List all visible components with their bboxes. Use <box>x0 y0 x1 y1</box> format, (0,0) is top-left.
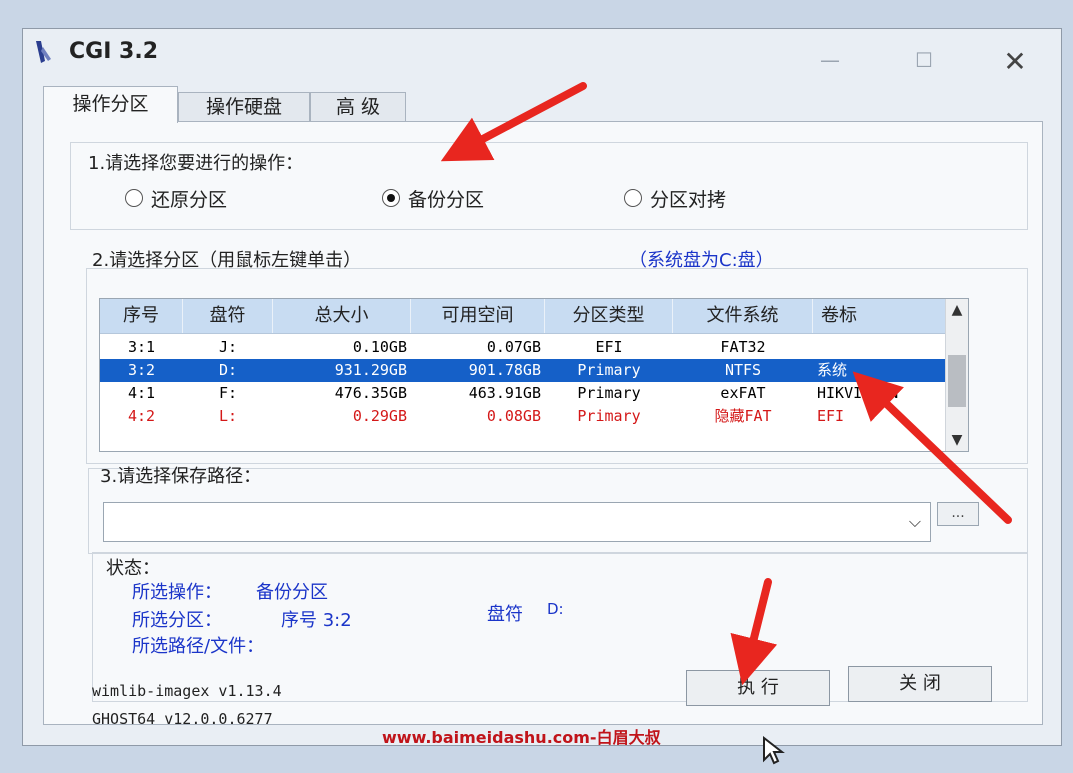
col-index[interactable]: 序号 <box>100 299 183 333</box>
cell-free-space: 0.08GB <box>486 407 541 425</box>
status-title: 状态： <box>106 558 160 579</box>
radio-clone[interactable]: 分区对拷 <box>624 185 726 211</box>
selected-partition-label: 所选分区： <box>132 610 222 631</box>
scroll-down-icon[interactable]: ▼ <box>946 429 968 451</box>
window-title: CGI 3.2 <box>69 39 159 64</box>
cell-drive: L: <box>218 407 238 425</box>
table-row-selected[interactable]: 3:2 D: 931.29GB 901.78GB Primary NTFS 系统 <box>100 359 950 382</box>
cell-partition-type: Primary <box>577 384 641 402</box>
radio-dot <box>387 194 395 202</box>
selected-partition-value: 序号 3:2 <box>281 610 352 631</box>
ghost-version: GHOST64 v12.0.0.6277 <box>92 710 273 728</box>
wimlib-version: wimlib-imagex v1.13.4 <box>92 682 282 700</box>
col-free-space[interactable]: 可用空间 <box>411 299 545 333</box>
tab-disk-ops[interactable]: 操作硬盘 <box>178 92 310 122</box>
selected-drive-value: D: <box>547 600 564 618</box>
cell-index: 3:2 <box>127 361 156 379</box>
chevron-down-icon[interactable]: ⌵ <box>904 509 926 535</box>
col-drive[interactable]: 盘符 <box>183 299 273 333</box>
radio-backup-label: 备份分区 <box>408 188 485 211</box>
cell-free-space: 901.78GB <box>468 361 541 379</box>
cell-free-space: 0.07GB <box>486 338 541 356</box>
execute-button[interactable]: 执 行 <box>686 670 830 706</box>
table-row[interactable]: 4:1 F: 476.35GB 463.91GB Primary exFAT H… <box>100 382 950 405</box>
browse-button[interactable]: ... <box>937 502 979 526</box>
col-file-system[interactable]: 文件系统 <box>673 299 813 333</box>
radio-circle-checked <box>382 189 400 207</box>
close-button[interactable]: 关 闭 <box>848 666 992 702</box>
cell-partition-type: EFI <box>595 338 623 356</box>
minimize-button[interactable]: — <box>810 47 850 73</box>
cell-partition-type: Primary <box>577 407 641 425</box>
cgi-window: CGI 3.2 — ☐ ✕ 操作分区 操作硬盘 高 级 1.请选择您要进行的操作… <box>22 28 1062 746</box>
save-path-combo[interactable]: ⌵ <box>103 502 931 542</box>
list-scrollbar[interactable]: ▲ ▼ <box>945 299 968 451</box>
table-row[interactable]: 3:1 J: 0.10GB 0.07GB EFI FAT32 <box>100 336 950 359</box>
maximize-button[interactable]: ☐ <box>904 47 944 73</box>
title-bar[interactable]: CGI 3.2 — ☐ ✕ <box>23 29 1061 77</box>
cell-total-size: 476.35GB <box>334 384 407 402</box>
list-header: 序号 盘符 总大小 可用空间 分区类型 文件系统 卷标 <box>100 299 950 334</box>
close-window-button[interactable]: ✕ <box>995 48 1035 76</box>
table-row-hidden[interactable]: 4:2 L: 0.29GB 0.08GB Primary 隐藏FAT EFI <box>100 405 950 428</box>
cell-total-size: 0.29GB <box>352 407 407 425</box>
cell-drive: F: <box>218 384 238 402</box>
cell-index: 3:1 <box>127 338 156 356</box>
partition-prompt: 2.请选择分区（用鼠标左键单击） <box>92 250 362 271</box>
save-path-prompt: 3.请选择保存路径： <box>100 466 262 487</box>
cell-file-system: exFAT <box>720 384 766 402</box>
mouse-cursor-icon <box>763 736 785 765</box>
cell-volume-label: 系统 <box>817 361 848 379</box>
cell-total-size: 0.10GB <box>352 338 407 356</box>
system-drive-note: （系统盘为C:盘） <box>629 250 774 271</box>
partition-list[interactable]: 序号 盘符 总大小 可用空间 分区类型 文件系统 卷标 3:1 J: 0.10G… <box>99 298 969 452</box>
radio-circle <box>125 189 143 207</box>
radio-backup[interactable]: 备份分区 <box>382 185 484 211</box>
cell-file-system: 隐藏FAT <box>714 407 772 425</box>
cell-volume-label: HIKVISION <box>817 384 899 402</box>
tab-content: 1.请选择您要进行的操作： 还原分区 备份分区 分区对拷 2.请选择分区（用鼠标… <box>43 121 1043 728</box>
app-icon <box>36 41 51 63</box>
selected-path-label: 所选路径/文件： <box>132 636 265 657</box>
cell-index: 4:1 <box>127 384 156 402</box>
scroll-up-icon[interactable]: ▲ <box>946 299 968 321</box>
cell-total-size: 931.29GB <box>334 361 407 379</box>
cell-volume-label: EFI <box>817 407 845 425</box>
tab-partition-ops[interactable]: 操作分区 <box>43 86 178 123</box>
cell-free-space: 463.91GB <box>468 384 541 402</box>
cell-partition-type: Primary <box>577 361 641 379</box>
radio-restore[interactable]: 还原分区 <box>125 185 227 211</box>
col-volume-label[interactable]: 卷标 <box>813 299 950 333</box>
cell-index: 4:2 <box>127 407 156 425</box>
operation-prompt: 1.请选择您要进行的操作： <box>88 153 304 174</box>
cell-file-system: FAT32 <box>720 338 766 356</box>
radio-circle <box>624 189 642 207</box>
selected-drive-label: 盘符 <box>487 604 523 625</box>
cell-volume-label <box>813 336 950 359</box>
selected-operation-label: 所选操作： <box>132 582 222 603</box>
tab-advanced[interactable]: 高 级 <box>310 92 406 122</box>
watermark: www.baimeidashu.com-白眉大叔 <box>382 728 661 747</box>
radio-restore-label: 还原分区 <box>151 188 228 211</box>
selected-operation-value: 备份分区 <box>256 582 328 603</box>
col-total-size[interactable]: 总大小 <box>273 299 411 333</box>
cell-drive: D: <box>218 361 238 379</box>
cell-drive: J: <box>218 338 238 356</box>
cell-file-system: NTFS <box>724 361 762 379</box>
col-partition-type[interactable]: 分区类型 <box>545 299 673 333</box>
scroll-thumb[interactable] <box>948 355 966 407</box>
radio-clone-label: 分区对拷 <box>650 188 727 211</box>
